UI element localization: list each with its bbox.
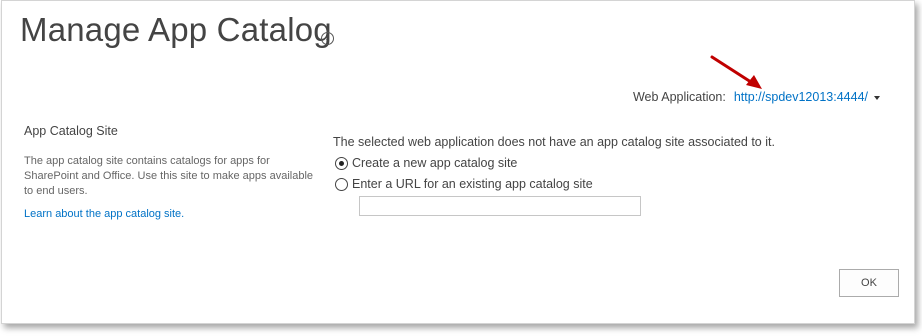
create-new-label[interactable]: Create a new app catalog site [352, 156, 517, 170]
existing-url-input[interactable] [359, 196, 641, 216]
learn-more-link[interactable]: Learn about the app catalog site. [24, 208, 184, 220]
caret-down-icon[interactable] [874, 95, 880, 100]
ok-button[interactable]: OK [839, 269, 899, 297]
section-title: App Catalog Site [24, 124, 118, 138]
existing-url-radio[interactable] [335, 177, 348, 191]
existing-url-option[interactable]: Enter a URL for an existing app catalog … [335, 177, 593, 191]
create-new-radio[interactable] [335, 156, 348, 170]
web-application-selector: Web Application: http://spdev12013:4444/ [633, 90, 880, 104]
section-description: The app catalog site contains catalogs f… [24, 155, 314, 197]
web-application-label: Web Application: [632, 90, 726, 104]
info-icon[interactable]: i [321, 32, 334, 45]
existing-url-label[interactable]: Enter a URL for an existing app catalog … [352, 177, 593, 191]
no-catalog-notice: The selected web application does not ha… [333, 135, 775, 149]
web-application-link[interactable]: http://spdev12013:4444/ [734, 90, 868, 104]
create-new-option[interactable]: Create a new app catalog site [335, 156, 517, 170]
page-frame: Manage App Catalog i Web Application: htt… [1, 0, 915, 324]
page-title: Manage App Catalog [20, 11, 332, 48]
